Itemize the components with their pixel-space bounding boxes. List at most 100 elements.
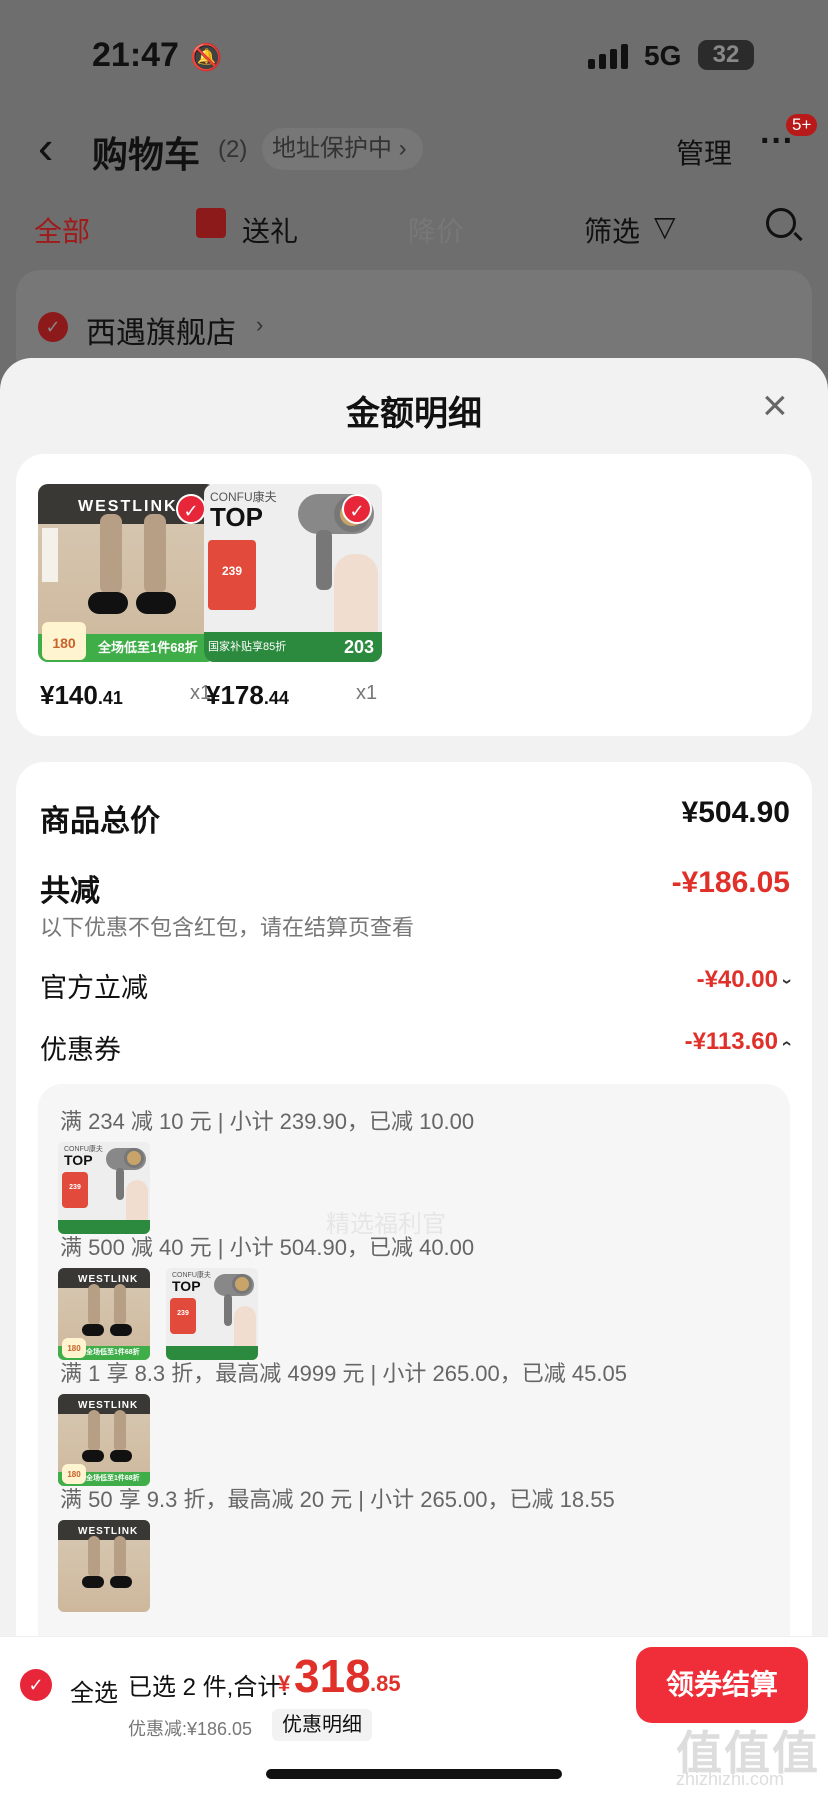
search-icon[interactable] (766, 208, 796, 238)
chevron-down-icon: › (777, 978, 798, 985)
back-chevron-icon[interactable]: ‹ (38, 120, 53, 174)
product-price-badge: 180 (42, 622, 86, 660)
address-protect-badge[interactable]: 地址保护中 › (262, 128, 423, 170)
status-time: 21:47 (92, 36, 179, 74)
total-integer: 318 (294, 1650, 371, 1702)
official-discount-value: -¥40.00› (696, 966, 798, 994)
select-all-checkbox[interactable]: ✓ (20, 1669, 52, 1701)
product-price-badge: 180 (62, 1464, 86, 1484)
coupon-product-thumb: WESTLINK 全场低至1件68折 180 (58, 1268, 150, 1360)
coupon-label: 优惠券 (40, 1035, 121, 1065)
sheet-title: 金额明细 (346, 395, 482, 433)
price-integer: ¥178 (206, 680, 264, 710)
product-image-shoe (82, 1576, 104, 1588)
chevron-right-icon[interactable]: › (256, 312, 263, 338)
total-value: ¥504.90 (681, 796, 790, 829)
selected-summary: 已选 2 件,合计: (128, 1674, 289, 1701)
product-price-badge: 180 (62, 1338, 86, 1358)
product-brand: WESTLINK (78, 498, 178, 515)
product-image-leg (114, 1536, 126, 1578)
product-brand: WESTLINK (78, 1274, 139, 1285)
status-bar: 21:47 🔕 5G 32 (0, 36, 828, 76)
discount-detail-button[interactable]: 优惠明细 (272, 1709, 372, 1741)
total-label: 商品总价 (40, 805, 160, 838)
select-all-label[interactable]: 全选 (70, 1673, 118, 1708)
coupon-product-thumb: CONFU康夫 TOP 239 203 (58, 1142, 150, 1234)
cart-count: (2) (218, 136, 248, 163)
amount-detail-sheet: 金额明细 × WESTLINK 全场低至1件68折 180 ✓ ¥140.41 … (0, 358, 828, 1795)
network-type: 5G (644, 40, 682, 71)
product-image-shoe (110, 1324, 132, 1336)
message-badge: 5+ (786, 114, 818, 136)
discount-summary: 优惠减:¥186.05 (128, 1719, 253, 1739)
coupon-detail-line: 满 1 享 8.3 折，最高减 4999 元 | 小计 265.00，已减 45… (60, 1361, 627, 1386)
official-discount-amount: -¥40.00 (696, 966, 778, 993)
store-name[interactable]: 西遇旗舰店 (86, 308, 236, 352)
gift-icon (196, 208, 226, 238)
coupon-detail-line: 满 234 减 10 元 | 小计 239.90，已减 10.00 (60, 1109, 475, 1134)
goods-item[interactable]: WESTLINK 全场低至1件68折 180 ✓ ¥140.41 x1 (38, 484, 216, 710)
total-decimal: .85 (370, 1671, 401, 1696)
product-image-shoe (82, 1450, 104, 1462)
site-watermark-url: zhizhizhi.com (676, 1769, 785, 1789)
tab-all[interactable]: 全部 (34, 210, 90, 250)
goods-item[interactable]: CONFU康夫 TOP 239 国家补贴享85折 203 ✓ ¥178.44 x1 (204, 484, 382, 710)
cart-tabs: 全部 送礼 降价 筛选 ▽ (0, 206, 828, 256)
product-image-dryer-ring (232, 1274, 252, 1294)
product-image-shoe (110, 1576, 132, 1588)
product-badge-price: 203 (343, 637, 374, 657)
cart-nav-bar: ‹ 购物车 (2) 地址保护中 › 管理 ··· 5+ (0, 114, 828, 180)
product-image-model (234, 1306, 256, 1348)
product-top-label: TOP (210, 502, 263, 532)
product-banner: 国家补贴享85折 203 (204, 632, 382, 662)
goods-price: ¥140.41 (40, 680, 123, 711)
tab-price-drop[interactable]: 降价 (408, 210, 464, 250)
page-title: 购物车 (92, 134, 201, 175)
goods-quantity: x1 (356, 682, 378, 704)
product-image-hair-dryer: CONFU康夫 TOP 239 国家补贴享85折 203 ✓ (204, 484, 382, 662)
tab-gift[interactable]: 送礼 (242, 210, 298, 250)
reduce-label: 共减 (40, 875, 100, 908)
product-image-shoes: WESTLINK 全场低至1件68折 180 ✓ (38, 484, 216, 662)
product-image-shoe (136, 592, 176, 614)
product-image-leg (88, 1536, 100, 1578)
coupon-product-thumb: WESTLINK (58, 1520, 150, 1612)
checkout-bar: ✓ 全选 已选 2 件,合计: ¥ 318 .85 优惠减:¥186.05 优惠… (0, 1636, 828, 1795)
filter-icon[interactable]: ▽ (654, 210, 676, 243)
battery-icon: 32 (698, 40, 754, 70)
product-banner-text: 国家补贴享85折 (208, 641, 287, 653)
price-decimal: .44 (263, 688, 289, 708)
manage-button[interactable]: 管理 (676, 132, 732, 172)
product-image-leg (100, 514, 122, 594)
product-image-leg (88, 1284, 100, 1326)
coupon-amount: -¥113.60 (684, 1028, 778, 1055)
product-top-label: TOP (172, 1278, 201, 1294)
product-promo-price: 239 (170, 1298, 196, 1334)
product-image-dryer-handle (116, 1168, 124, 1200)
official-discount-label: 官方立减 (40, 973, 148, 1003)
discount-note: 以下优惠不包含红包，请在结算页查看 (40, 915, 415, 940)
selected-check-icon: ✓ (342, 494, 372, 524)
product-image-model (334, 554, 378, 634)
product-image-leg (114, 1284, 126, 1326)
reduce-value: -¥186.05 (671, 866, 790, 899)
signal-icon (588, 44, 628, 69)
filter-button[interactable]: 筛选 (584, 210, 640, 250)
checkout-button[interactable]: 领券结算 (636, 1647, 808, 1723)
product-image-leg (144, 514, 166, 594)
product-image-shoe (110, 1450, 132, 1462)
product-image-dryer-ring (124, 1148, 144, 1168)
coupon-product-thumb: WESTLINK 全场低至1件68折 180 (58, 1394, 150, 1486)
close-icon[interactable]: × (762, 384, 788, 428)
store-checkbox[interactable]: ✓ (38, 312, 68, 342)
price-decimal: .41 (97, 688, 123, 708)
goods-price: ¥178.44 (206, 680, 289, 711)
product-image-leg (88, 1410, 100, 1452)
product-brand: WESTLINK (78, 1526, 139, 1537)
selected-goods-card: WESTLINK 全场低至1件68折 180 ✓ ¥140.41 x1 CONF… (16, 454, 812, 736)
product-top-label: TOP (64, 1152, 93, 1168)
product-image-shoe (88, 592, 128, 614)
coupon-detail-line: 满 50 享 9.3 折，最高减 20 元 | 小计 265.00，已减 18.… (60, 1487, 615, 1512)
product-promo-price: 239 (208, 540, 256, 610)
chevron-up-icon: ‹ (777, 1040, 798, 1047)
